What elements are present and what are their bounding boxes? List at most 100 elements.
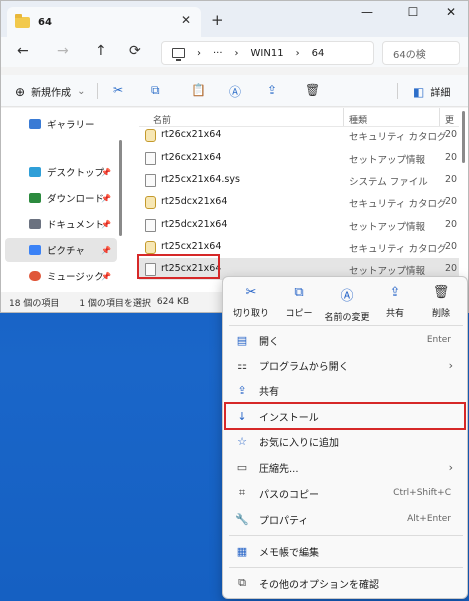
- breadcrumb-ellipsis[interactable]: ···: [213, 48, 223, 59]
- share-icon[interactable]: ⇪: [267, 83, 277, 97]
- file-type: セットアップ情報: [349, 222, 426, 233]
- menu-item-label: 共有: [259, 386, 279, 398]
- file-type: セットアップ情報: [349, 155, 426, 166]
- sidebar-item-label: ドキュメント: [47, 220, 105, 231]
- tab-title: 64: [38, 16, 52, 28]
- plus-circle-icon: ⊕: [15, 84, 26, 99]
- sidebar-item-label: ギャラリー: [47, 120, 95, 131]
- sidebar-item-label: ミュージック: [47, 272, 104, 283]
- menu-item-edit-notepad[interactable]: ▦ メモ帳で編集: [227, 539, 465, 563]
- open-with-icon: ⚏: [237, 358, 247, 372]
- refresh-icon[interactable]: ⟳: [129, 43, 141, 59]
- file-type: システム ファイル: [349, 177, 428, 188]
- back-button[interactable]: ←: [17, 43, 29, 59]
- menu-item-add-favorite[interactable]: ☆ お気に入りに追加: [227, 429, 465, 453]
- menu-item-share[interactable]: ⇪ 共有: [227, 378, 465, 402]
- music-icon: [29, 271, 41, 281]
- menu-item-more-options[interactable]: ⧉ その他のオプションを確認: [227, 571, 465, 595]
- maximize-button[interactable]: ☐: [393, 5, 433, 19]
- cut-button[interactable]: ✂ 切り取り: [227, 283, 275, 325]
- selection-info: 1 個の項目を選択: [79, 298, 151, 309]
- menu-item-label: プログラムから開く: [259, 361, 349, 373]
- delete-icon: 🗑: [432, 285, 450, 300]
- document-icon: [29, 219, 41, 229]
- menu-item-label: メモ帳で編集: [259, 547, 319, 559]
- title-bar: 64 ✕ + — ☐ ✕: [1, 1, 468, 37]
- copy-icon[interactable]: ⧉: [151, 83, 160, 98]
- table-row[interactable]: rt25dcx21x64 セットアップ情報 20: [139, 214, 459, 236]
- copy-button[interactable]: ⧉ コピー: [275, 283, 323, 325]
- menu-item-open-with[interactable]: ⚏ プログラムから開く ›: [227, 353, 465, 377]
- file-date: 20: [445, 174, 458, 185]
- file-name: rt26cx21x64: [161, 152, 222, 163]
- file-date: 20: [445, 241, 458, 252]
- sidebar-item-documents[interactable]: ドキュメント 📌: [5, 212, 117, 236]
- menu-item-label: 圧縮先...: [259, 463, 299, 475]
- sidebar-item-gallery[interactable]: ギャラリー: [5, 112, 117, 136]
- breadcrumb-win11[interactable]: WIN11: [251, 48, 284, 59]
- sidebar-item-desktop[interactable]: デスクトップ 📌: [5, 160, 117, 184]
- menu-item-compress[interactable]: ▭ 圧縮先... ›: [227, 455, 465, 479]
- menu-item-properties[interactable]: 🔧 プロパティ Alt+Enter: [227, 507, 465, 531]
- share-icon: ⇪: [237, 383, 247, 397]
- file-name: rt25cx21x64: [161, 241, 222, 252]
- tab-close-icon[interactable]: ✕: [181, 13, 191, 27]
- rename-icon[interactable]: Ⓐ: [229, 83, 241, 100]
- crumb-separator: ›: [295, 47, 300, 59]
- minimize-button[interactable]: —: [347, 5, 387, 19]
- delete-icon[interactable]: 🗑: [305, 83, 320, 97]
- file-type: セキュリティ カタログ: [349, 199, 447, 210]
- up-button[interactable]: ↑: [95, 43, 107, 59]
- tab-64[interactable]: 64 ✕: [7, 7, 201, 37]
- paste-icon[interactable]: 📋: [191, 83, 206, 97]
- new-tab-button[interactable]: +: [211, 11, 224, 29]
- table-row[interactable]: rt26cx21x64 セキュリティ カタログ 20: [139, 124, 459, 146]
- rename-button[interactable]: Ⓐ 名前の変更: [321, 283, 373, 325]
- pin-icon: 📌: [101, 271, 111, 281]
- file-date: 20: [445, 263, 458, 274]
- table-row[interactable]: rt25cx21x64.sys システム ファイル 20: [139, 169, 459, 191]
- close-window-button[interactable]: ✕: [431, 5, 469, 19]
- forward-button[interactable]: →: [57, 43, 69, 59]
- sidebar-item-pictures[interactable]: ピクチャ 📌: [5, 238, 117, 262]
- cut-icon[interactable]: ✂: [113, 83, 123, 97]
- sidebar-item-downloads[interactable]: ダウンロード 📌: [5, 186, 117, 210]
- file-list-scrollbar[interactable]: [462, 111, 465, 163]
- file-type: セキュリティ カタログ: [349, 244, 447, 255]
- delete-button[interactable]: 🗑 削除: [417, 283, 465, 325]
- menu-separator: [229, 325, 463, 326]
- cut-icon: ✂: [245, 285, 257, 300]
- rename-label: 名前の変更: [324, 313, 370, 323]
- sidebar-item-music[interactable]: ミュージック 📌: [5, 264, 117, 288]
- file-name: rt25dcx21x64: [161, 196, 228, 207]
- address-bar[interactable]: › ··· › WIN11 › 64: [161, 41, 374, 65]
- cut-label: 切り取り: [232, 309, 269, 319]
- details-label: 詳細: [430, 88, 451, 99]
- search-input[interactable]: 64の検: [382, 41, 460, 65]
- menu-item-open[interactable]: ▤ 開く Enter: [227, 328, 465, 352]
- notepad-icon: ▦: [236, 544, 248, 558]
- file-name: rt26cx21x64: [161, 129, 222, 140]
- menu-item-label: その他のオプションを確認: [259, 579, 379, 591]
- file-name: rt25dcx21x64: [161, 219, 228, 230]
- desktop-icon: [29, 167, 41, 177]
- catalog-file-icon: [145, 129, 156, 142]
- highlight-install-item: [224, 402, 466, 430]
- share-icon: ⇪: [389, 285, 401, 300]
- share-button[interactable]: ⇪ 共有: [371, 283, 419, 325]
- file-date: 20: [445, 152, 458, 163]
- pin-icon: 📌: [101, 245, 111, 255]
- breadcrumb-64[interactable]: 64: [312, 48, 325, 59]
- nav-scrollbar[interactable]: [119, 140, 122, 236]
- archive-icon: ▭: [236, 460, 248, 474]
- table-row[interactable]: rt26cx21x64 セットアップ情報 20: [139, 147, 459, 169]
- file-date: 20: [445, 196, 458, 207]
- search-placeholder: 64の検: [393, 49, 426, 61]
- shortcut-label: Alt+Enter: [407, 514, 451, 524]
- content-area: ギャラリー デスクトップ 📌 ダウンロード 📌 ドキュメント 📌 ピクチャ 📌: [1, 108, 468, 292]
- new-button[interactable]: ⊕ 新規作成 ⌄: [15, 84, 85, 100]
- details-pane-icon: ◧: [413, 84, 425, 99]
- menu-item-copy-path[interactable]: ⌗ パスのコピー Ctrl+Shift+C: [227, 481, 465, 505]
- details-button[interactable]: ◧ 詳細: [413, 84, 451, 100]
- table-row[interactable]: rt25dcx21x64 セキュリティ カタログ 20: [139, 191, 459, 213]
